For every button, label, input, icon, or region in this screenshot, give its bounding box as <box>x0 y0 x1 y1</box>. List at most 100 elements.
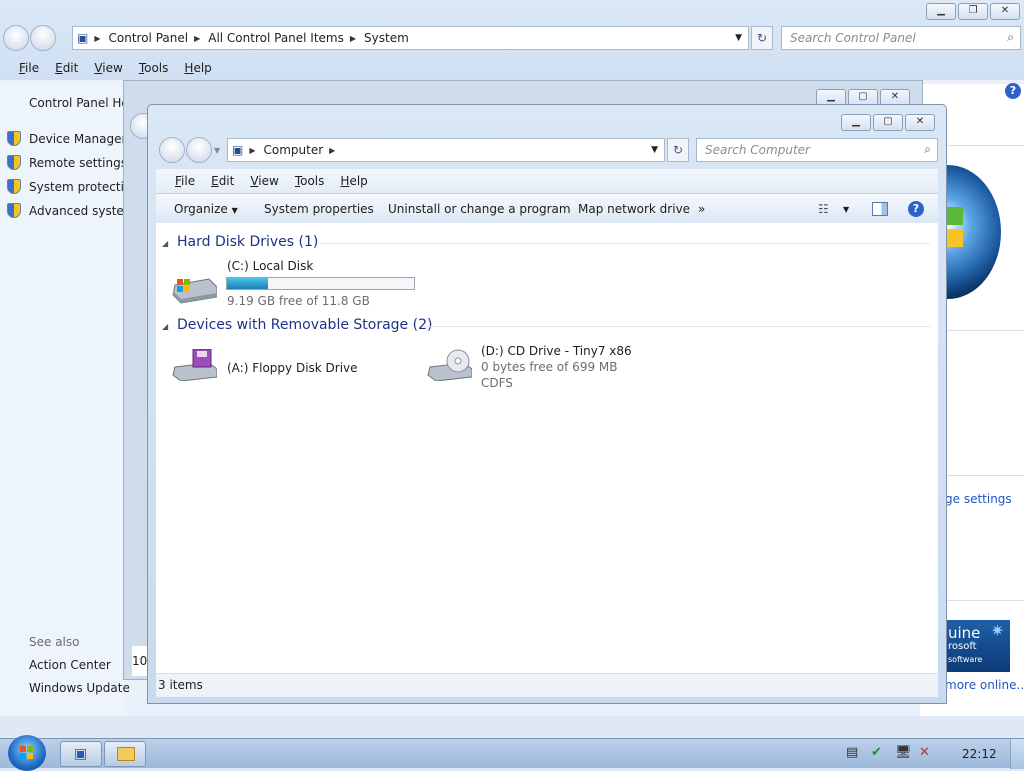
status-bar: 3 items <box>156 673 938 697</box>
remote-settings-link[interactable]: Remote settings <box>29 156 127 170</box>
shield-icon <box>7 131 21 146</box>
menu-help[interactable]: Help <box>176 61 219 75</box>
breadcrumb-arrow-icon: ▶ <box>194 33 201 43</box>
cd-drive-item[interactable]: (D:) CD Drive - Tiny7 x86 0 bytes free o… <box>426 343 656 393</box>
floppy-drive-icon <box>172 349 217 381</box>
group-removable-storage[interactable]: Devices with Removable Storage (2) <box>177 317 432 333</box>
cp-search-input[interactable]: Search Control Panel ⌕ <box>781 26 1021 50</box>
cp-address-bar[interactable]: ▣ ▶ Control Panel ▶ All Control Panel It… <box>72 26 749 50</box>
chevron-down-icon[interactable]: ▼ <box>843 205 849 214</box>
preview-pane-icon[interactable] <box>872 202 888 216</box>
taskbar-control-panel-button[interactable]: ▣ <box>60 741 102 767</box>
genuine-microsoft-badge[interactable]: uine rosoft software ✷ <box>942 620 1010 672</box>
start-logo-yellow <box>27 753 33 759</box>
system-properties-button[interactable]: System properties <box>264 202 374 216</box>
cp-restore-button[interactable]: ❐ <box>958 3 988 20</box>
action-center-link[interactable]: Action Center <box>29 658 111 672</box>
cp-forward-button[interactable] <box>30 25 56 51</box>
start-button[interactable] <box>8 735 46 771</box>
refresh-icon[interactable]: ↻ <box>751 26 773 50</box>
action-center-tray-icon[interactable]: ▤ <box>846 745 858 760</box>
search-icon[interactable]: ⌕ <box>924 142 931 157</box>
cd-drive-free-space: 0 bytes free of 699 MB <box>481 360 618 374</box>
map-network-drive-button[interactable]: Map network drive <box>578 202 690 216</box>
help-icon[interactable]: ? <box>908 201 924 217</box>
recent-pages-chevron-icon[interactable]: ▼ <box>214 146 220 155</box>
show-desktop-button[interactable] <box>1010 739 1024 769</box>
menu-file[interactable]: File <box>167 174 203 188</box>
breadcrumb-arrow-icon: ▶ <box>329 145 336 155</box>
floppy-drive-item[interactable]: (A:) Floppy Disk Drive <box>171 343 401 393</box>
volume-muted-icon[interactable]: ✕ <box>919 745 930 760</box>
uninstall-program-button[interactable]: Uninstall or change a program <box>388 202 571 216</box>
minimize-button[interactable]: ▁ <box>841 114 871 131</box>
divider <box>945 145 1024 146</box>
cd-drive-filesystem: CDFS <box>481 376 513 390</box>
shield-icon <box>7 179 21 194</box>
command-bar: Organize ▼ System properties Uninstall o… <box>156 193 938 224</box>
taskbar-explorer-button[interactable] <box>104 741 146 767</box>
menu-view[interactable]: View <box>86 61 130 75</box>
breadcrumb-arrow-icon: ▶ <box>249 145 256 155</box>
menu-file[interactable]: File <box>11 61 47 75</box>
menu-edit[interactable]: Edit <box>203 174 242 188</box>
menu-edit[interactable]: Edit <box>47 61 86 75</box>
windows-update-link[interactable]: Windows Update <box>29 681 130 695</box>
close-button[interactable]: ✕ <box>905 114 935 131</box>
breadcrumb-arrow-icon: ▶ <box>94 33 101 43</box>
breadcrumb-control-panel[interactable]: Control Panel <box>109 31 189 45</box>
menu-tools[interactable]: Tools <box>131 61 177 75</box>
more-online-link[interactable]: more online... <box>945 678 1024 692</box>
divider <box>945 600 1024 601</box>
hard-drive-icon <box>172 278 217 304</box>
group-hard-disk-drives[interactable]: Hard Disk Drives (1) <box>177 234 318 250</box>
help-icon[interactable]: ? <box>1005 83 1021 99</box>
cp-minimize-button[interactable]: ▁ <box>926 3 956 20</box>
search-icon[interactable]: ⌕ <box>1007 30 1014 45</box>
breadcrumb-all-items[interactable]: All Control Panel Items <box>208 31 344 45</box>
menu-help[interactable]: Help <box>332 174 375 188</box>
logo-green-pane <box>945 207 963 225</box>
refresh-icon[interactable]: ↻ <box>667 138 689 162</box>
advanced-system-link[interactable]: Advanced system <box>29 204 135 218</box>
breadcrumb-system[interactable]: System <box>364 31 409 45</box>
network-tray-icon[interactable]: 🖥 <box>895 745 912 760</box>
menu-bar: File Edit View Tools Help <box>167 174 376 188</box>
organize-button[interactable]: Organize ▼ <box>174 202 238 216</box>
computer-icon: ▣ <box>77 31 89 45</box>
control-panel-home-link[interactable]: Control Panel Ho <box>29 96 129 110</box>
back-button[interactable] <box>159 137 185 163</box>
address-bar[interactable]: ▣ ▶ Computer ▶ ▼ <box>227 138 665 162</box>
breadcrumb-computer[interactable]: Computer <box>264 143 324 157</box>
collapse-group-icon[interactable]: ◢ <box>162 322 168 331</box>
menu-tools[interactable]: Tools <box>287 174 333 188</box>
cp-search-placeholder: Search Control Panel <box>790 31 916 45</box>
star-icon: ✷ <box>990 621 1004 640</box>
folder-icon <box>117 747 135 761</box>
search-input[interactable]: Search Computer ⌕ <box>696 138 938 162</box>
security-tray-icon[interactable]: ✔ <box>871 745 882 760</box>
cp-back-button[interactable] <box>3 25 29 51</box>
maximize-button[interactable]: ▢ <box>873 114 903 131</box>
clock[interactable]: 22:12 <box>962 747 997 761</box>
group-divider <box>320 243 930 244</box>
cp-close-button[interactable]: ✕ <box>990 3 1020 20</box>
search-placeholder: Search Computer <box>705 143 810 157</box>
more-commands-button[interactable]: » <box>698 202 705 216</box>
drive-c-free-space: 9.19 GB free of 11.8 GB <box>227 294 370 308</box>
change-settings-link[interactable]: ge settings <box>945 492 1012 506</box>
divider <box>945 475 1024 476</box>
forward-button[interactable] <box>186 137 212 163</box>
collapse-group-icon[interactable]: ◢ <box>162 239 168 248</box>
divider <box>945 330 1024 331</box>
change-view-icon[interactable]: ☷ <box>818 202 829 216</box>
start-logo-blue <box>20 753 26 759</box>
chevron-down-icon[interactable]: ▼ <box>735 33 742 43</box>
drive-c-item[interactable]: (C:) Local Disk 9.19 GB free of 11.8 GB <box>171 259 421 309</box>
genuine-line-3: software <box>948 655 983 664</box>
chevron-down-icon[interactable]: ▼ <box>651 145 658 155</box>
computer-icon: ▣ <box>232 143 244 157</box>
system-protection-link[interactable]: System protectio <box>29 180 131 194</box>
menu-view[interactable]: View <box>242 174 286 188</box>
device-manager-link[interactable]: Device Manager <box>29 132 126 146</box>
